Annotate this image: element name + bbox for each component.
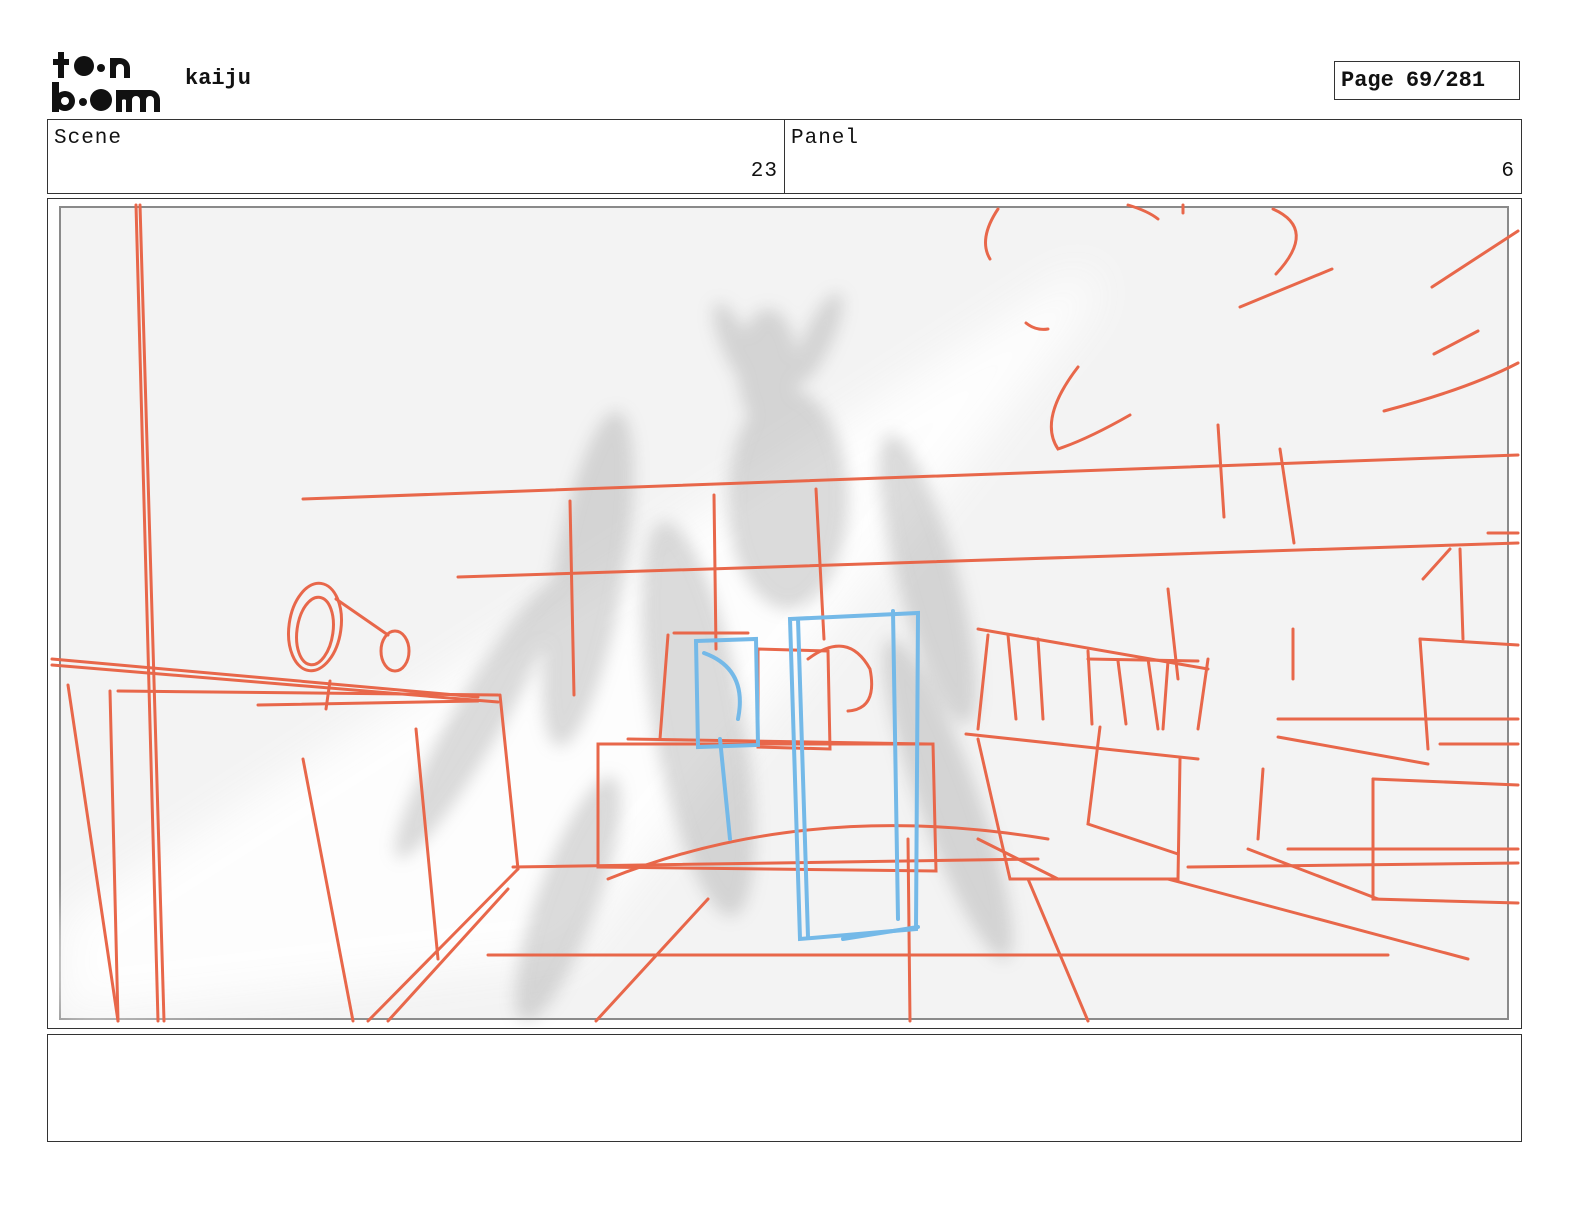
panel-label: Panel (791, 127, 860, 150)
panel-notes-box (47, 1034, 1522, 1142)
panel-cell: Panel 6 (784, 120, 1521, 193)
scene-panel-info: Scene 23 Panel 6 (47, 119, 1522, 194)
page-indicator: Page 69/281 (1334, 61, 1520, 100)
project-title: kaiju (185, 66, 252, 91)
storyboard-panel-frame (47, 198, 1522, 1029)
panel-value: 6 (1501, 160, 1515, 183)
page-number: 69/281 (1405, 68, 1486, 93)
toon-boom-logo (50, 50, 166, 114)
scene-value: 23 (750, 160, 778, 183)
page-label: Page (1341, 68, 1394, 93)
storyboard-sketch (50, 203, 1520, 1023)
scene-label: Scene (54, 127, 123, 150)
scene-cell: Scene 23 (48, 120, 784, 193)
